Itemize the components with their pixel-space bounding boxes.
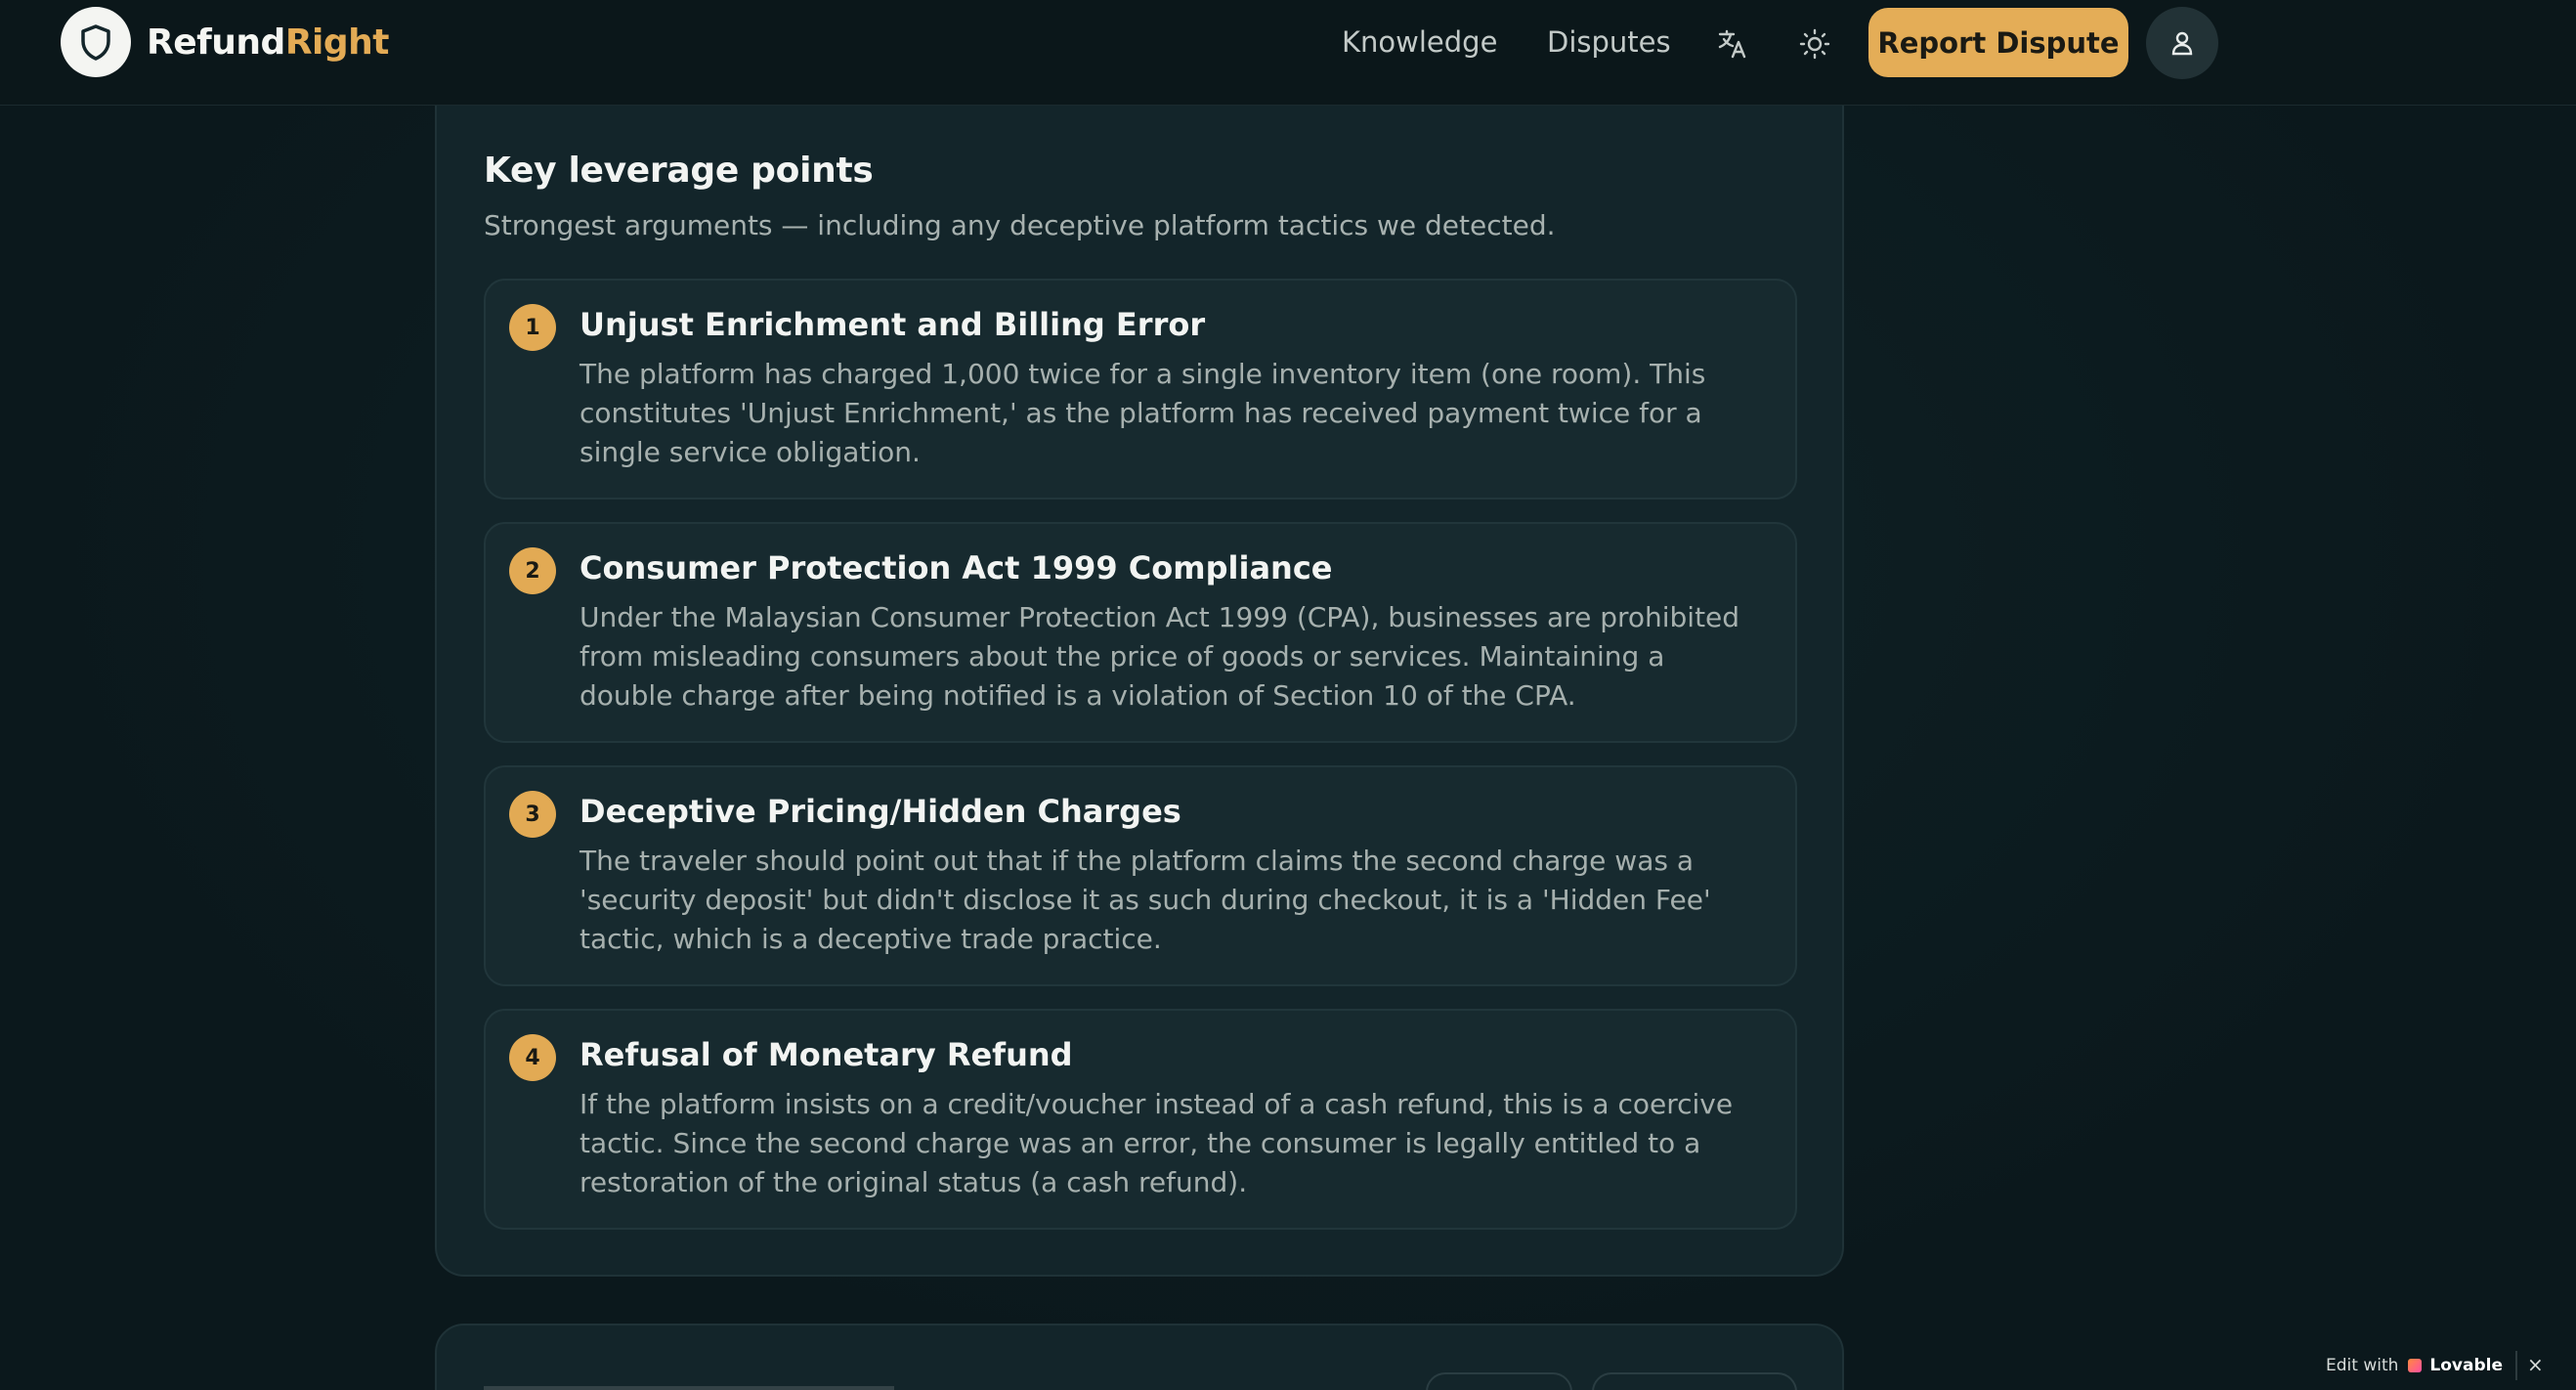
close-icon[interactable]: × — [2527, 1353, 2544, 1376]
leverage-point-4: 4 Refusal of Monetary Refund If the plat… — [484, 1009, 1797, 1230]
point-number-badge: 1 — [509, 304, 556, 351]
point-number-badge: 4 — [509, 1034, 556, 1081]
badge-divider — [2515, 1351, 2517, 1380]
edit-with-lovable-badge[interactable]: Edit with Lovable — [2326, 1353, 2503, 1378]
next-section-card — [435, 1324, 1844, 1390]
point-title: Unjust Enrichment and Billing Error — [580, 306, 1206, 343]
next-section-action-button[interactable] — [1426, 1372, 1572, 1390]
translate-icon[interactable] — [1708, 20, 1757, 68]
brand-logo[interactable]: RefundRight — [61, 7, 390, 77]
top-navbar: RefundRight Knowledge Disputes Report Di… — [0, 0, 2576, 106]
next-section-action-button[interactable] — [1592, 1372, 1797, 1390]
leverage-point-2: 2 Consumer Protection Act 1999 Complianc… — [484, 522, 1797, 743]
leverage-point-3: 3 Deceptive Pricing/Hidden Charges The t… — [484, 765, 1797, 986]
point-number-badge: 2 — [509, 547, 556, 594]
lovable-brand: Lovable — [2429, 1356, 2503, 1375]
lovable-prefix: Edit with — [2326, 1356, 2399, 1375]
point-description: The traveler should point out that if th… — [580, 845, 1711, 955]
point-title: Consumer Protection Act 1999 Compliance — [580, 549, 1333, 586]
next-section-title-partial — [484, 1386, 894, 1390]
point-description: The platform has charged 1,000 twice for… — [580, 358, 1706, 468]
point-description: If the platform insists on a credit/vouc… — [580, 1088, 1734, 1198]
point-description: Under the Malaysian Consumer Protection … — [580, 601, 1740, 712]
point-number-badge: 3 — [509, 791, 556, 838]
nav-knowledge[interactable]: Knowledge — [1342, 25, 1497, 59]
nav-disputes[interactable]: Disputes — [1547, 25, 1671, 59]
sun-icon[interactable] — [1790, 20, 1839, 68]
point-title: Deceptive Pricing/Hidden Charges — [580, 793, 1181, 830]
brand-name-part1: Refund — [147, 22, 285, 63]
leverage-points-card: Key leverage points Strongest arguments … — [435, 106, 1844, 1277]
brand-name: RefundRight — [147, 22, 390, 63]
card-subtitle: Strongest arguments — including any dece… — [484, 209, 1556, 241]
leverage-point-1: 1 Unjust Enrichment and Billing Error Th… — [484, 279, 1797, 500]
lovable-heart-icon — [2408, 1359, 2423, 1372]
card-title: Key leverage points — [484, 151, 874, 191]
user-icon[interactable] — [2146, 7, 2218, 79]
report-dispute-button[interactable]: Report Dispute — [1868, 8, 2128, 77]
brand-name-part2: Right — [284, 22, 390, 63]
point-title: Refusal of Monetary Refund — [580, 1036, 1073, 1073]
shield-logo-icon — [61, 7, 131, 77]
